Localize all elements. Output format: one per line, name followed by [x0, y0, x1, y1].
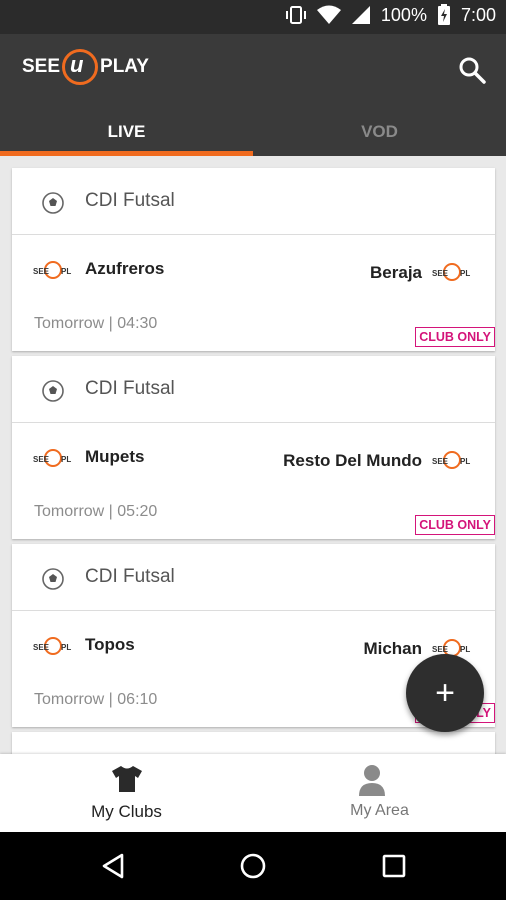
signal-icon [351, 6, 370, 24]
match-time: Tomorrow | 04:30 [34, 315, 158, 332]
search-icon[interactable] [458, 56, 486, 84]
status-icons: 100% 7:00 [285, 4, 496, 26]
logo-u-circle: u [62, 49, 99, 85]
match-card-body: SEE PL Mupets Resto Del Mundo SEE PL Tomor… [12, 423, 495, 539]
home-team-name: Azufreros [85, 259, 165, 278]
match-card[interactable]: CDI Futsal SEE PL Mupets Resto Del Mundo … [12, 356, 495, 539]
club-only-badge: CLUB ONLY [415, 327, 495, 347]
tab-indicator [0, 151, 253, 156]
app-bar: SEE u PLAY [0, 34, 506, 106]
away-team-name: Michan [363, 639, 422, 658]
bottom-navigation: My Clubs My Area [0, 754, 506, 832]
tab-vod[interactable]: VOD [253, 106, 506, 156]
nav-my-clubs-label: My Clubs [91, 802, 162, 821]
clock: 7:00 [460, 4, 496, 25]
svg-text:SEE: SEE [432, 457, 449, 466]
match-time: Tomorrow | 05:20 [34, 503, 158, 520]
competition-name: CDI Futsal [85, 190, 175, 211]
away-team-logo: SEE PL [431, 449, 473, 471]
status-bar: 100% 7:00 [0, 0, 506, 34]
match-card[interactable]: CDI Futsal SEE PL Azufreros Beraja SEE PL … [12, 168, 495, 351]
tab-bar: LIVE VOD [0, 106, 506, 156]
match-card-header: CDI Futsal [12, 544, 495, 611]
battery-percent: 100% [380, 4, 427, 25]
logo-text-left: SEE [22, 56, 61, 77]
away-team-name: Beraja [370, 263, 422, 282]
tshirt-icon [112, 766, 142, 792]
home-icon[interactable] [239, 852, 267, 880]
wifi-icon [316, 5, 341, 24]
competition-name: CDI Futsal [85, 566, 175, 587]
match-time: Tomorrow | 06:10 [34, 691, 158, 708]
svg-text:SEE: SEE [33, 267, 50, 276]
soccer-ball-icon [42, 380, 64, 402]
home-team-logo: SEE PL [32, 635, 74, 657]
home-team-logo: SEE PL [32, 447, 74, 469]
match-card-header: CDI Futsal [12, 168, 495, 235]
svg-text:PL: PL [61, 267, 71, 276]
away-team-logo: SEE PL [431, 261, 473, 283]
svg-text:PL: PL [460, 457, 470, 466]
battery-charging-icon [437, 4, 450, 25]
logo-text-u: u [70, 52, 84, 77]
soccer-ball-icon [42, 568, 64, 590]
system-navigation-bar [0, 832, 506, 900]
logo-text-right: PLAY [100, 56, 149, 77]
app-logo: SEE u PLAY [22, 49, 149, 85]
home-team-logo: SEE PL [32, 259, 74, 281]
plus-icon: + [435, 674, 455, 712]
nav-my-clubs[interactable]: My Clubs [0, 754, 253, 832]
person-icon [359, 765, 385, 796]
tab-live[interactable]: LIVE [0, 106, 253, 156]
home-team-name: Mupets [85, 447, 145, 466]
vibrate-icon [285, 6, 306, 24]
svg-text:SEE: SEE [432, 645, 449, 654]
match-card-body: SEE PL Azufreros Beraja SEE PL Tomorrow | … [12, 235, 495, 351]
home-team-name: Topos [85, 635, 135, 654]
competition-name: CDI Futsal [85, 378, 175, 399]
nav-my-area[interactable]: My Area [253, 754, 506, 832]
soccer-ball-icon [42, 192, 64, 214]
svg-text:PL: PL [61, 643, 71, 652]
recents-icon[interactable] [381, 853, 407, 879]
svg-text:PL: PL [460, 645, 470, 654]
add-fab-button[interactable]: + [406, 654, 484, 732]
nav-my-area-label: My Area [350, 802, 409, 819]
svg-text:PL: PL [61, 455, 71, 464]
svg-text:SEE: SEE [432, 269, 449, 278]
club-only-badge: CLUB ONLY [415, 515, 495, 535]
back-icon[interactable] [100, 852, 126, 880]
match-card-header: CDI Futsal [12, 356, 495, 423]
svg-text:PL: PL [460, 269, 470, 278]
svg-text:SEE: SEE [33, 643, 50, 652]
away-team-name: Resto Del Mundo [283, 451, 422, 470]
svg-text:SEE: SEE [33, 455, 50, 464]
